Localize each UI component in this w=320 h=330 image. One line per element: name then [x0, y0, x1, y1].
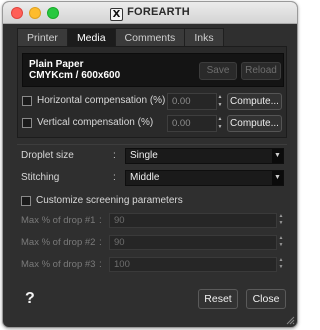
help-button[interactable]: ? [25, 290, 35, 308]
drop-1-label: Max % of drop #1 [21, 215, 96, 226]
customize-screening-checkbox[interactable] [21, 196, 31, 206]
droplet-size-value: Single [130, 150, 158, 161]
vertical-compensation-checkbox[interactable] [22, 118, 32, 128]
reset-button[interactable]: Reset [198, 289, 238, 309]
droplet-size-label: Droplet size [21, 150, 74, 161]
vertical-compute-button[interactable]: Compute... [227, 115, 282, 132]
reload-button[interactable]: Reload [241, 62, 281, 80]
media-name: Plain Paper [29, 59, 84, 70]
drop-1-row: Max % of drop #1 : 90 ▲ ▼ [17, 213, 287, 229]
spinner-arrows-icon[interactable]: ▲ ▼ [278, 257, 284, 272]
spinner-arrows-icon[interactable]: ▲ ▼ [217, 115, 223, 132]
drop-2-colon: : [99, 237, 102, 248]
horizontal-compute-button[interactable]: Compute... [227, 93, 282, 110]
drop-1-input[interactable]: 90 [109, 213, 277, 228]
media-mode: CMYKcm / 600x600 [29, 70, 121, 81]
drop-2-input[interactable]: 90 [109, 235, 277, 250]
tab-media[interactable]: Media [66, 28, 115, 47]
save-button[interactable]: Save [199, 62, 237, 80]
x11-logo-icon: X [110, 8, 124, 21]
drop-3-colon: : [99, 259, 102, 270]
vertical-compensation-input[interactable]: 0.00 [167, 115, 217, 132]
dropdown-arrow-icon[interactable]: ▼ [272, 171, 283, 185]
screening-checkbox-row: Customize screening parameters [17, 193, 287, 209]
vertical-compensation-label: Vertical compensation (%) [37, 117, 154, 128]
window-title-group: X FOREARTH [3, 6, 297, 21]
horizontal-compensation-label: Horizontal compensation (%) [37, 95, 166, 106]
tab-printer[interactable]: Printer [17, 28, 67, 47]
drop-2-row: Max % of drop #2 : 90 ▲ ▼ [17, 235, 287, 251]
tab-comments[interactable]: Comments [114, 28, 185, 47]
horizontal-compensation-row: Horizontal compensation (%) 0.00 ▲ ▼ Comp… [22, 93, 284, 111]
droplet-size-colon: : [113, 150, 116, 161]
spinner-arrows-icon[interactable]: ▲ ▼ [217, 93, 223, 110]
close-button[interactable]: Close [246, 289, 286, 309]
tab-bar: Printer Media Comments Inks [17, 28, 224, 47]
customize-screening-label: Customize screening parameters [36, 195, 183, 206]
dropdown-arrow-icon[interactable]: ▼ [272, 149, 283, 163]
dialog-window: X FOREARTH Printer Media Comments Inks Pl… [2, 1, 298, 328]
tab-inks[interactable]: Inks [184, 28, 224, 47]
media-panel: Plain Paper CMYKcm / 600x600 Save Reload… [17, 46, 287, 138]
stitching-select[interactable]: Middle ▼ [125, 170, 284, 186]
spinner-arrows-icon[interactable]: ▲ ▼ [278, 213, 284, 228]
droplet-size-row: Droplet size : Single ▼ [17, 148, 287, 164]
stitching-row: Stitching : Middle ▼ [17, 170, 287, 186]
drop-1-colon: : [99, 215, 102, 226]
stitching-colon: : [113, 172, 116, 183]
window-title: FOREARTH [127, 6, 190, 18]
drop-3-label: Max % of drop #3 [21, 259, 96, 270]
stitching-label: Stitching [21, 172, 60, 183]
vertical-compensation-row: Vertical compensation (%) 0.00 ▲ ▼ Comput… [22, 115, 284, 133]
drop-3-row: Max % of drop #3 : 100 ▲ ▼ [17, 257, 287, 273]
resize-grip-icon[interactable] [285, 315, 295, 325]
horizontal-compensation-checkbox[interactable] [22, 96, 32, 106]
drop-3-input[interactable]: 100 [109, 257, 277, 272]
horizontal-compensation-input[interactable]: 0.00 [167, 93, 217, 110]
title-bar[interactable]: X FOREARTH [3, 2, 297, 24]
stitching-value: Middle [130, 172, 160, 183]
droplet-size-select[interactable]: Single ▼ [125, 148, 284, 164]
media-header: Plain Paper CMYKcm / 600x600 Save Reload [22, 53, 284, 87]
drop-2-label: Max % of drop #2 [21, 237, 96, 248]
divider [17, 144, 287, 145]
spinner-arrows-icon[interactable]: ▲ ▼ [278, 235, 284, 250]
